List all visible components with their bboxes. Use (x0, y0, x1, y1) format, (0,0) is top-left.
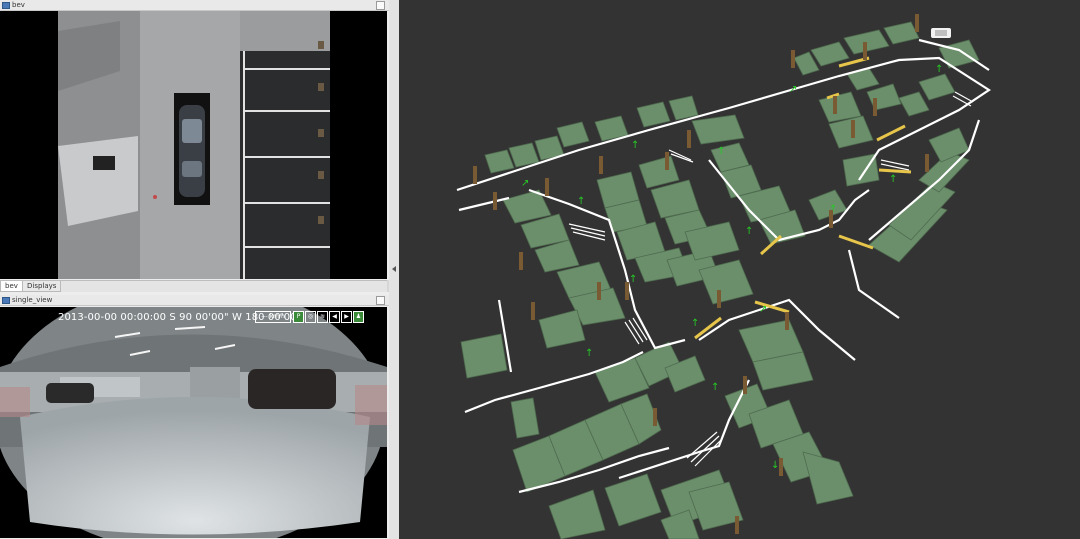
tab-bev[interactable]: bev (0, 281, 23, 292)
bev-view[interactable] (0, 11, 387, 279)
pane-splitter[interactable] (389, 0, 399, 539)
camera-image (0, 307, 387, 538)
window-icon (2, 297, 10, 304)
map-3d-view[interactable]: ↗ ↑ ↑ ↑ ↑ ↗ ↑ ↓ ↑ ↑ ↑ ↑ ↗ ↑ ↑ (399, 0, 1080, 539)
svg-text:↑: ↑ (577, 196, 585, 207)
collapse-arrow-icon[interactable] (392, 266, 396, 272)
pedestrian-icon: ♟ (353, 311, 364, 323)
svg-text:↑: ↑ (629, 274, 637, 285)
svg-text:↑: ↑ (889, 174, 897, 185)
svg-text:↗: ↗ (521, 178, 529, 189)
ego-vehicle (931, 28, 951, 38)
maximize-button[interactable] (376, 296, 385, 305)
svg-text:↑: ↑ (585, 348, 593, 359)
bev-window: bev (0, 0, 389, 280)
svg-text:↗: ↗ (789, 84, 797, 95)
tab-bar: bev Displays (0, 280, 387, 292)
svg-text:↑: ↑ (935, 64, 943, 75)
svg-text:↑: ↑ (691, 318, 699, 329)
lane-icon: ≋ (317, 311, 328, 323)
tab-displays[interactable]: Displays (22, 281, 62, 292)
single-view-window: single_view 2013-00-00 00:00:00 S 90 00'… (0, 292, 389, 539)
turn-right-icon: ▶ (341, 311, 352, 323)
svg-text:↗: ↗ (759, 304, 767, 315)
single-view-camera[interactable]: 2013-00-00 00:00:00 S 90 00'00" W 180 00… (0, 307, 387, 538)
svg-text:↑: ↑ (631, 140, 639, 151)
svg-text:↑: ↑ (711, 382, 719, 393)
parking-icon: P (293, 311, 304, 323)
bev-image (58, 11, 330, 279)
single-view-titlebar[interactable]: single_view (0, 295, 389, 306)
single-view-window-title: single_view (12, 296, 53, 304)
turn-left-icon: ◀ (329, 311, 340, 323)
svg-text:↑: ↑ (745, 226, 753, 237)
steering-icon: ◎ (305, 311, 316, 323)
speed-readout: --- km/h (255, 311, 291, 323)
svg-text:↓: ↓ (771, 460, 779, 471)
svg-text:↑: ↑ (717, 146, 725, 157)
maximize-button[interactable] (376, 1, 385, 10)
parking-map-render: ↗↑↑ ↑↑↗ ↑↓↑ ↑↑↑ ↗↑↑ (456, 14, 992, 539)
bev-window-title: bev (12, 1, 25, 9)
window-icon (2, 2, 10, 9)
bev-titlebar[interactable]: bev (0, 0, 389, 11)
